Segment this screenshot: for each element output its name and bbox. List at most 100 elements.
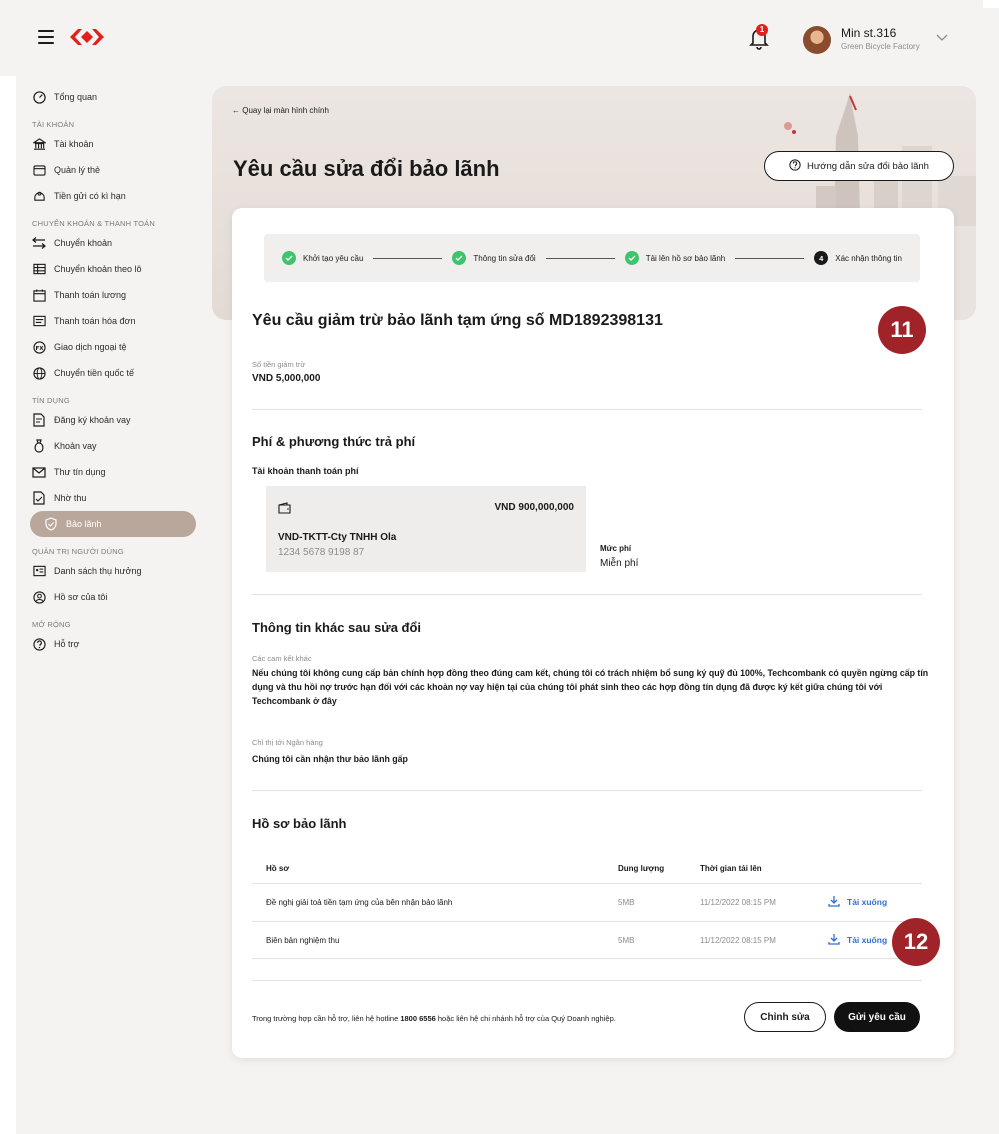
help-circle-icon — [789, 158, 801, 174]
step-3[interactable]: Tải lên hồ sơ bảo lãnh — [624, 251, 726, 265]
step-label: Khởi tạo yêu cầu — [303, 253, 364, 263]
step-label: Xác nhận thông tin — [835, 253, 902, 263]
table-icon — [32, 262, 46, 276]
document-name: Đề nghị giải toả tiền tạm ứng của bên nh… — [266, 898, 453, 907]
step-label: Thông tin sửa đổi — [473, 253, 536, 263]
top-bar: 1 Min st.316 Green Bicycle Factory — [0, 0, 983, 76]
support-note-prefix: Trong trường hợp cần hỗ trợ, liên hệ hot… — [252, 1014, 401, 1023]
sidebar-item-international-transfer[interactable]: Chuyển tiền quốc tế — [16, 360, 196, 386]
check-icon — [282, 251, 296, 265]
sidebar-item-label: Nhờ thu — [54, 493, 87, 503]
sidebar-item-payroll[interactable]: Thanh toán lương — [16, 282, 196, 308]
sidebar-item-label: Tài khoản — [54, 139, 94, 149]
avatar[interactable] — [803, 26, 831, 54]
divider — [252, 409, 922, 410]
edit-button[interactable]: Chỉnh sửa — [744, 1002, 826, 1032]
commitments-text: Nếu chúng tôi không cung cấp bản chính h… — [252, 668, 929, 706]
sidebar-item-label: Khoản vay — [54, 441, 97, 451]
bank-icon — [32, 137, 46, 151]
commitments-label: Các cam kết khác — [252, 654, 312, 663]
sidebar-item-overview[interactable]: Tổng quan — [16, 84, 196, 110]
step-1[interactable]: Khởi tạo yêu cầu — [282, 251, 363, 265]
step-label: Tải lên hồ sơ bảo lãnh — [645, 253, 726, 263]
divider — [252, 980, 922, 981]
fee-level-value: Miễn phí — [600, 558, 639, 569]
sidebar-item-my-profile[interactable]: Hồ sơ của tôi — [16, 584, 196, 610]
step-connector — [373, 257, 443, 259]
guide-button-label: Hướng dẫn sửa đổi bảo lãnh — [807, 160, 929, 172]
sidebar-item-beneficiaries[interactable]: Danh sách thụ hưởng — [16, 558, 196, 584]
step-2[interactable]: Thông tin sửa đổi — [452, 251, 536, 265]
download-link[interactable]: Tải xuống — [828, 895, 887, 909]
sidebar-section-accounts: TÀI KHOẢN — [32, 120, 75, 129]
hotline-number[interactable]: 1800 6556 — [400, 1014, 435, 1023]
support-note-suffix: hoặc liên hệ chi nhánh hỗ trợ của Quý Do… — [435, 1014, 616, 1023]
sidebar-item-accounts[interactable]: Tài khoản — [16, 131, 196, 157]
sidebar-item-label: Chuyển khoản — [54, 238, 113, 248]
sidebar-item-guarantee[interactable]: Bảo lãnh — [30, 511, 196, 537]
step-4[interactable]: 4 Xác nhận thông tin — [814, 251, 902, 265]
sidebar-item-loan-register[interactable]: Đăng ký khoản vay — [16, 407, 196, 433]
sidebar-section-transfers: CHUYỂN KHOẢN & THANH TOÁN — [32, 219, 155, 228]
bank-instruction-label: Chỉ thị tới Ngân hàng — [252, 738, 323, 747]
sidebar-item-batch-transfer[interactable]: Chuyển khoản theo lô — [16, 256, 196, 282]
documents-table-header: Hồ sơ Dung lượng Thời gian tải lên — [266, 864, 922, 884]
chevron-down-icon[interactable] — [936, 32, 948, 42]
sidebar-item-label: Chuyển khoản theo lô — [54, 264, 142, 274]
fee-account-label: Tài khoản thanh toán phí — [252, 466, 359, 476]
download-icon — [828, 895, 840, 909]
column-header: Dung lượng — [618, 864, 665, 873]
sidebar-item-label: Đăng ký khoản vay — [54, 415, 131, 425]
sidebar-item-letter-of-credit[interactable]: Thư tín dụng — [16, 459, 196, 485]
fee-account-card[interactable]: VND 900,000,000 VND-TKTT-Cty TNHH Ola 12… — [266, 486, 586, 572]
sidebar-item-fx[interactable]: FX Giao dịch ngoại tệ — [16, 334, 196, 360]
back-link-label: Quay lại màn hình chính — [242, 106, 329, 115]
sidebar-item-term-deposit[interactable]: Tiền gửi có kì hạn — [16, 183, 196, 209]
notification-count-badge: 1 — [756, 24, 768, 36]
check-icon — [624, 251, 639, 265]
annotation-badge: 11 — [878, 306, 926, 354]
sidebar-item-label: Thanh toán hóa đơn — [54, 316, 136, 326]
sidebar-item-label: Quản lý thẻ — [54, 165, 101, 175]
document-time: 11/12/2022 08:15 PM — [700, 936, 776, 945]
sidebar-item-support[interactable]: Hỗ trợ — [16, 631, 196, 657]
fx-icon: FX — [32, 340, 46, 354]
sidebar-item-label: Bảo lãnh — [66, 519, 102, 529]
techcombank-logo[interactable] — [70, 28, 104, 46]
shield-check-icon — [44, 517, 58, 531]
send-request-button[interactable]: Gửi yêu cầu — [834, 1002, 920, 1032]
account-number: 1234 5678 9198 87 — [278, 547, 365, 558]
sidebar-item-loans[interactable]: Khoản vay — [16, 433, 196, 459]
svg-text:FX: FX — [35, 345, 44, 351]
sidebar-item-bill-payment[interactable]: Thanh toán hóa đơn — [16, 308, 196, 334]
user-name: Min st.316 — [841, 26, 897, 40]
document-size: 5MB — [618, 898, 635, 907]
sidebar-item-cards[interactable]: Quản lý thẻ — [16, 157, 196, 183]
guide-button[interactable]: Hướng dẫn sửa đổi bảo lãnh — [764, 151, 954, 181]
sidebar-item-collection[interactable]: Nhờ thu — [16, 485, 196, 511]
wallet-icon — [278, 502, 291, 514]
user-circle-icon — [32, 590, 46, 604]
dashboard-icon — [32, 90, 46, 104]
sidebar-item-label: Thanh toán lương — [54, 290, 126, 300]
sidebar-section-credit: TÍN DỤNG — [32, 396, 70, 405]
document-size: 5MB — [618, 936, 635, 945]
stepper: Khởi tạo yêu cầu Thông tin sửa đổi Tải l… — [264, 234, 920, 282]
column-header: Thời gian tải lên — [700, 864, 762, 873]
documents-title: Hồ sơ bảo lãnh — [252, 816, 347, 831]
download-icon — [828, 933, 840, 947]
back-link[interactable]: ← Quay lại màn hình chính — [232, 106, 329, 115]
amount-label: Số tiền giảm trừ — [252, 360, 306, 369]
sidebar-item-label: Tiền gửi có kì hạn — [54, 191, 126, 201]
savings-icon — [32, 189, 46, 203]
sidebar-section-users: QUẢN TRỊ NGƯỜI DÙNG — [32, 547, 124, 556]
step-number: 4 — [814, 251, 829, 265]
download-link[interactable]: Tải xuống — [828, 933, 887, 947]
divider — [252, 594, 922, 595]
table-row: Đề nghị giải toả tiền tạm ứng của bên nh… — [252, 883, 922, 921]
hamburger-menu-icon[interactable] — [38, 30, 54, 44]
transfer-arrows-icon — [32, 236, 46, 250]
bank-instruction-text: Chúng tôi cần nhận thư bảo lãnh gấp — [252, 754, 408, 764]
sidebar-item-transfer[interactable]: Chuyển khoản — [16, 230, 196, 256]
amount-value: VND 5,000,000 — [252, 373, 321, 384]
